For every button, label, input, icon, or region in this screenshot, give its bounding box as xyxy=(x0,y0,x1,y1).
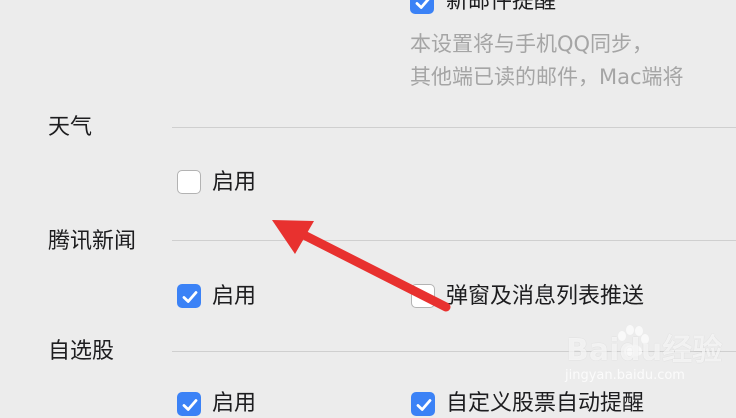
checkmark-icon xyxy=(182,291,198,303)
section-divider-tencent-news xyxy=(172,240,736,241)
section-divider-weather xyxy=(172,127,736,128)
new-mail-reminder-label: 新邮件提醒 xyxy=(446,0,557,14)
checkmark-icon xyxy=(182,399,198,411)
checkmark-icon xyxy=(416,399,432,411)
sync-description-line-2: 其他端已读的邮件，Mac端将 xyxy=(410,65,684,89)
checkmark-icon xyxy=(415,0,430,9)
section-title-stocks: 自选股 xyxy=(48,339,115,364)
stocks-auto-reminder-checkbox[interactable] xyxy=(411,392,435,416)
tencent-news-enable-label: 启用 xyxy=(212,284,257,309)
watermark-url: jingyan.baidu.com xyxy=(565,368,685,383)
tencent-news-popup-checkbox[interactable] xyxy=(411,284,435,308)
stocks-auto-reminder-label: 自定义股票自动提醒 xyxy=(446,391,645,416)
stocks-enable-label: 启用 xyxy=(212,391,257,416)
tencent-news-enable-checkbox[interactable] xyxy=(177,284,201,308)
weather-enable-label: 启用 xyxy=(212,170,257,195)
stocks-enable-checkbox[interactable] xyxy=(177,392,201,416)
watermark-brand: Baidu经验 xyxy=(566,333,723,368)
new-mail-reminder-checkbox[interactable] xyxy=(410,0,434,14)
weather-enable-checkbox[interactable] xyxy=(177,170,201,194)
tencent-news-popup-label: 弹窗及消息列表推送 xyxy=(446,284,645,309)
section-title-tencent-news: 腾讯新闻 xyxy=(48,229,137,254)
section-title-weather: 天气 xyxy=(48,115,93,140)
sync-description-line-1: 本设置将与手机QQ同步， xyxy=(410,32,654,56)
